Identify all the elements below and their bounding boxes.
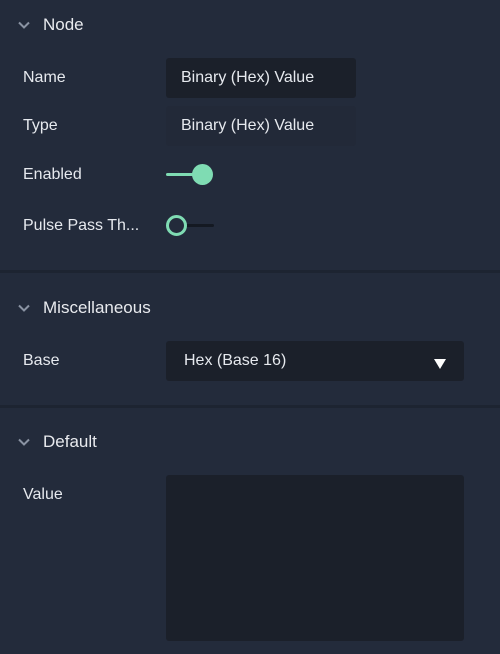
section-title-default: Default [43,432,97,451]
section-header-default[interactable]: Default [0,422,500,462]
pulse-pass-through-toggle[interactable] [166,214,216,238]
section-title-node: Node [43,15,84,34]
toggle-knob [166,215,187,236]
chevron-down-icon [17,18,31,32]
base-label: Base [23,352,60,369]
toggle-knob [192,164,213,185]
toggle-track [184,224,214,227]
enabled-label: Enabled [23,166,82,183]
name-label: Name [23,69,66,86]
chevron-down-icon [17,301,31,315]
chevron-down-icon [17,435,31,449]
section-header-miscellaneous[interactable]: Miscellaneous [0,288,500,328]
pulse-pass-through-label: Pulse Pass Th... [23,217,140,234]
section-title-miscellaneous: Miscellaneous [43,298,151,317]
section-header-node[interactable]: Node [0,5,500,45]
properties-panel: Node Name Binary (Hex) Value Type Binary… [0,0,500,654]
name-input[interactable]: Binary (Hex) Value [166,58,356,98]
value-label: Value [23,486,63,503]
section-divider [0,270,500,273]
section-divider [0,405,500,408]
type-label: Type [23,117,58,134]
value-textarea[interactable] [166,475,464,641]
base-select[interactable]: Hex (Base 16) [166,341,464,381]
triangle-down-icon [434,356,446,369]
enabled-toggle[interactable] [166,163,216,187]
type-value: Binary (Hex) Value [166,106,356,146]
base-select-value: Hex (Base 16) [184,352,287,369]
